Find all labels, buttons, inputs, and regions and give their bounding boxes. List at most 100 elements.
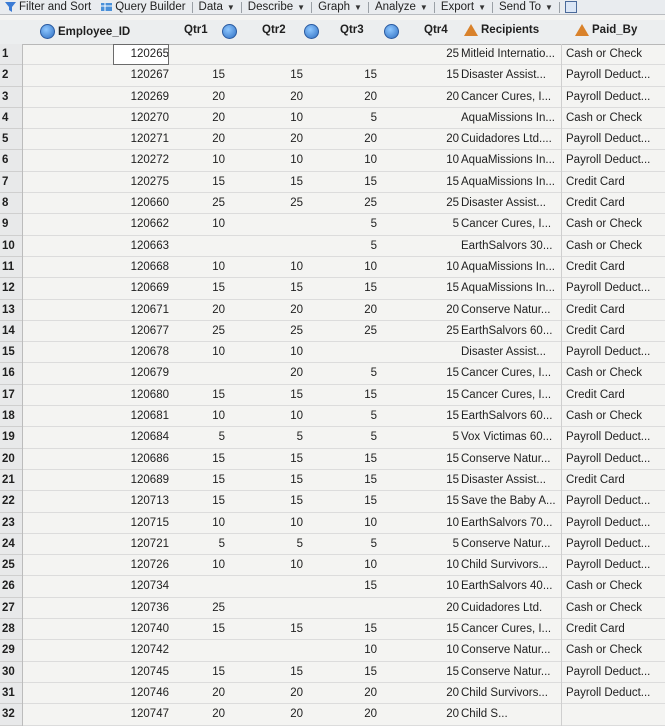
- qtr2-cell[interactable]: 15: [281, 385, 303, 406]
- qtr4-cell[interactable]: 20: [435, 683, 459, 704]
- qtr4-cell[interactable]: 20: [435, 704, 459, 725]
- recipients-cell[interactable]: Mitleid Internatio...: [459, 44, 563, 65]
- employee-id-cell[interactable]: 120684: [113, 427, 169, 448]
- qtr3-cell[interactable]: 10: [357, 257, 377, 278]
- qtr1-cell[interactable]: [203, 640, 225, 661]
- qtr4-cell[interactable]: 15: [435, 385, 459, 406]
- column-header-paid-by[interactable]: Paid_By: [575, 24, 637, 36]
- qtr1-cell[interactable]: 20: [203, 300, 225, 321]
- qtr2-cell[interactable]: [281, 640, 303, 661]
- employee-id-cell[interactable]: 120662: [113, 214, 169, 235]
- employee-id-cell[interactable]: 120660: [113, 193, 169, 214]
- row-number[interactable]: 18: [0, 406, 22, 428]
- table-row[interactable]: 120747 20 20 20 20 Child S...: [23, 704, 665, 726]
- recipients-cell[interactable]: Conserve Natur...: [459, 300, 563, 321]
- row-number[interactable]: 14: [0, 321, 22, 343]
- row-number[interactable]: 22: [0, 491, 22, 513]
- employee-id-cell[interactable]: 120747: [113, 704, 169, 725]
- recipients-cell[interactable]: Vox Victimas 60...: [459, 427, 563, 448]
- employee-id-cell[interactable]: 120746: [113, 683, 169, 704]
- qtr2-cell[interactable]: 20: [281, 87, 303, 108]
- recipients-cell[interactable]: Cancer Cures, I...: [459, 363, 563, 384]
- qtr3-cell[interactable]: 15: [357, 65, 377, 86]
- recipients-cell[interactable]: Child Survivors...: [459, 683, 563, 704]
- row-number[interactable]: 6: [0, 150, 22, 172]
- row-number[interactable]: 19: [0, 427, 22, 449]
- table-row[interactable]: 120715 10 10 10 10 EarthSalvors 70... Payroll …: [23, 512, 665, 534]
- employee-id-cell[interactable]: 120689: [113, 470, 169, 491]
- qtr4-cell[interactable]: 15: [435, 491, 459, 512]
- column-header-recipients[interactable]: Recipients: [464, 24, 539, 36]
- employee-id-cell[interactable]: 120681: [113, 406, 169, 427]
- qtr3-cell[interactable]: 15: [357, 172, 377, 193]
- paid-by-cell[interactable]: Payroll Deduct...: [561, 682, 665, 705]
- qtr2-cell[interactable]: 10: [281, 406, 303, 427]
- row-number[interactable]: 32: [0, 704, 22, 726]
- row-number[interactable]: 21: [0, 470, 22, 492]
- qtr1-cell[interactable]: 20: [203, 87, 225, 108]
- qtr3-cell[interactable]: 5: [357, 406, 377, 427]
- paid-by-cell[interactable]: Credit Card: [561, 384, 665, 407]
- qtr4-cell[interactable]: 15: [435, 449, 459, 470]
- qtr2-cell[interactable]: [281, 598, 303, 619]
- employee-id-cell[interactable]: 120678: [113, 342, 169, 363]
- employee-id-cell[interactable]: 120265: [113, 44, 169, 66]
- qtr2-cell[interactable]: 20: [281, 683, 303, 704]
- recipients-cell[interactable]: EarthSalvors 60...: [459, 406, 563, 427]
- employee-id-cell[interactable]: 120734: [113, 576, 169, 597]
- row-number[interactable]: 29: [0, 640, 22, 662]
- describe-menu[interactable]: Describe ▼: [243, 0, 310, 14]
- row-number[interactable]: 3: [0, 87, 22, 108]
- qtr2-cell[interactable]: 10: [281, 342, 303, 363]
- paid-by-cell[interactable]: Cash or Check: [561, 214, 665, 236]
- employee-id-cell[interactable]: 120677: [113, 321, 169, 342]
- employee-id-cell[interactable]: 120272: [113, 150, 169, 171]
- paid-by-cell[interactable]: Payroll Deduct...: [561, 555, 665, 577]
- row-number[interactable]: 11: [0, 257, 22, 279]
- paid-by-cell[interactable]: Payroll Deduct...: [561, 427, 665, 449]
- table-row[interactable]: 120668 10 10 10 10 AquaMissions In... Credit C…: [23, 256, 665, 279]
- qtr3-cell[interactable]: 20: [357, 129, 377, 150]
- paid-by-cell[interactable]: Credit Card: [561, 256, 665, 279]
- qtr4-cell[interactable]: 10: [435, 555, 459, 576]
- row-number[interactable]: 1: [0, 44, 22, 66]
- qtr4-cell[interactable]: 25: [435, 321, 459, 342]
- recipients-cell[interactable]: Disaster Assist...: [459, 65, 563, 86]
- paid-by-cell[interactable]: Payroll Deduct...: [561, 65, 665, 87]
- qtr3-cell[interactable]: 25: [357, 193, 377, 214]
- employee-id-cell[interactable]: 120686: [113, 449, 169, 470]
- paid-by-cell[interactable]: Payroll Deduct...: [561, 533, 665, 556]
- qtr2-cell[interactable]: 15: [281, 172, 303, 193]
- recipients-cell[interactable]: EarthSalvors 70...: [459, 513, 563, 534]
- column-header-qtr1[interactable]: Qtr1: [184, 24, 208, 36]
- paid-by-cell[interactable]: Credit Card: [561, 320, 665, 343]
- recipients-cell[interactable]: Conserve Natur...: [459, 449, 563, 470]
- table-row[interactable]: 120742 10 10 Conserve Natur... Cash or Check: [23, 640, 665, 662]
- qtr4-cell[interactable]: 20: [435, 87, 459, 108]
- qtr3-cell[interactable]: 15: [357, 619, 377, 640]
- qtr1-cell[interactable]: 20: [203, 129, 225, 150]
- row-number[interactable]: 4: [0, 108, 22, 130]
- qtr1-cell[interactable]: 20: [203, 108, 225, 129]
- column-header-qtr4[interactable]: Qtr4: [424, 24, 448, 36]
- qtr3-cell[interactable]: [357, 598, 377, 619]
- employee-id-cell[interactable]: 120726: [113, 555, 169, 576]
- recipients-cell[interactable]: Save the Baby A...: [459, 491, 563, 512]
- table-row[interactable]: 120265 25 Mitleid Internatio... Cash or Che…: [23, 44, 665, 66]
- row-number[interactable]: 13: [0, 300, 22, 321]
- qtr2-cell[interactable]: 10: [281, 108, 303, 129]
- qtr2-cell[interactable]: [281, 236, 303, 257]
- paid-by-cell[interactable]: Payroll Deduct...: [561, 150, 665, 172]
- qtr1-cell[interactable]: 25: [203, 321, 225, 342]
- table-row[interactable]: 120726 10 10 10 10 Child Survivors... Payroll …: [23, 555, 665, 577]
- employee-id-cell[interactable]: 120671: [113, 300, 169, 321]
- qtr3-cell[interactable]: 5: [357, 214, 377, 235]
- recipients-cell[interactable]: Disaster Assist...: [459, 342, 563, 363]
- paid-by-cell[interactable]: Payroll Deduct...: [561, 342, 665, 364]
- qtr1-cell[interactable]: 15: [203, 470, 225, 491]
- qtr4-cell[interactable]: 10: [435, 150, 459, 171]
- qtr1-cell[interactable]: 15: [203, 172, 225, 193]
- qtr3-cell[interactable]: 10: [357, 555, 377, 576]
- recipients-cell[interactable]: Conserve Natur...: [459, 534, 563, 555]
- employee-id-cell[interactable]: 120680: [113, 385, 169, 406]
